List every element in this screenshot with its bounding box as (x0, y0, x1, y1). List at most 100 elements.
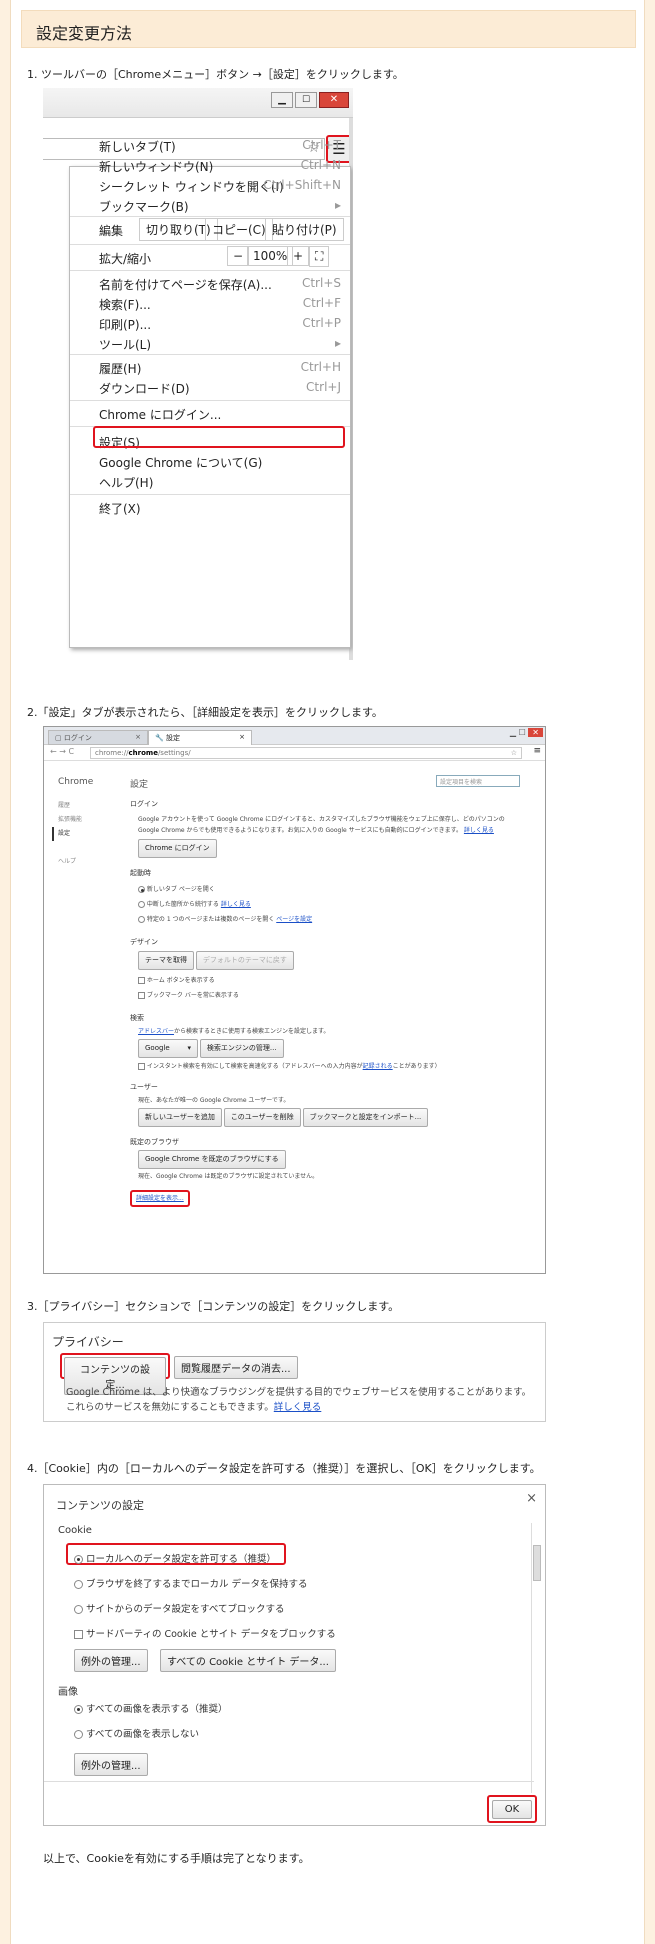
maximize-icon[interactable]: ☐ (295, 92, 317, 108)
section-search: 検索 (130, 1014, 144, 1022)
startup-option-3[interactable]: 特定の 1 つのページまたは複数のページを開く ページを設定 (138, 912, 520, 927)
menu-edit-row: 編集 切り取り(T) コピー(C) 貼り付け(P) (99, 218, 347, 241)
menu-item-bookmarks-label: ブックマーク(B) (99, 200, 189, 214)
image-option-show[interactable]: すべての画像を表示する（推奨） (74, 1697, 228, 1722)
chrome-login-button[interactable]: Chrome にログイン (138, 839, 217, 858)
close-icon[interactable]: ✕ (319, 92, 349, 108)
menu-separator (70, 244, 350, 245)
menu-item-exit[interactable]: 終了(X) (99, 500, 347, 517)
import-button[interactable]: ブックマークと設定をインポート... (302, 1108, 429, 1127)
section-login: ログイン (130, 800, 158, 808)
settings-highlight (93, 426, 345, 448)
menu-item-find[interactable]: 検索(F)... Ctrl+F (99, 296, 347, 313)
menu-item-downloads-label: ダウンロード(D) (99, 382, 190, 396)
menu-item-incognito[interactable]: シークレット ウィンドウを開く(I) Ctrl+Shift+N (99, 178, 347, 195)
step-4-text: 4.［Cookie］内の［ローカルへのデータ設定を許可する（推奨）］を選択し、［… (27, 1462, 541, 1475)
delete-user-button[interactable]: このユーザーを削除 (223, 1108, 301, 1127)
search-engine-select[interactable]: Google ▾ (138, 1039, 198, 1058)
clear-browsing-data-button[interactable]: 閲覧履歴データの消去... (174, 1356, 298, 1379)
cookie-heading: Cookie (58, 1525, 92, 1536)
menu-zoom-row: 拡大/縮小 −100% + ⛶ (99, 246, 347, 267)
menu-item-save-page[interactable]: 名前を付けてページを保存(A)... Ctrl+S (99, 276, 347, 293)
menu-item-history[interactable]: 履歴(H) Ctrl+H (99, 360, 347, 377)
default-browser-text: 現在、Google Chrome は既定のブラウザに設定されていません。 (138, 1173, 319, 1180)
privacy-text: Google Chrome は、より快適なブラウジングを提供する目的でウェブサー… (66, 1387, 532, 1413)
chrome-menu-screenshot: ▁ ☐ ✕ ☆ ☰ 新しいタブ(T) Ctrl+T 新しいウィンドウ(N) Ctrl+… (43, 88, 353, 660)
content-settings-dialog: コンテンツの設定 × Cookie ローカルへのデータ設定を許可する（推奨） ブ… (43, 1484, 546, 1826)
instant-checkbox[interactable]: インスタント検索を有効にして検索を高速化する（アドレスバーへの入力内容が記録され… (130, 1061, 520, 1072)
all-cookies-button[interactable]: すべての Cookie とサイト データ... (160, 1649, 336, 1672)
cookie-option-block[interactable]: サイトからのデータ設定をすべてブロックする (74, 1597, 336, 1622)
settings-search-input[interactable]: 設定項目を検索 (436, 775, 520, 787)
privacy-more-link[interactable]: 詳しく見る (274, 1402, 322, 1413)
cookie-options: ローカルへのデータ設定を許可する（推奨） ブラウザを終了するまでローカル データ… (74, 1547, 336, 1647)
startup-option-2[interactable]: 中断した箇所から続行する 詳しく見る (138, 897, 520, 912)
menu-item-help[interactable]: ヘルプ(H) (99, 474, 347, 491)
third-party-checkbox[interactable]: サードパーティの Cookie とサイト データをブロックする (74, 1622, 336, 1647)
make-default-button[interactable]: Google Chrome を既定のブラウザにする (138, 1150, 286, 1169)
menu-item-incognito-label: シークレット ウィンドウを開く(I) (99, 180, 284, 194)
sidebar-item-settings[interactable]: 設定 (52, 827, 82, 841)
zoom-in-button[interactable]: + (287, 246, 310, 266)
section-default-browser: 既定のブラウザ (130, 1138, 179, 1146)
startup-option-1[interactable]: 新しいタブ ページを開く (138, 882, 520, 897)
dialog-close-icon[interactable]: × (526, 1491, 537, 1506)
menu-item-tools[interactable]: ツール(L) ▸ (99, 336, 347, 353)
show-advanced-settings-link[interactable]: 詳細設定を表示... (130, 1190, 190, 1207)
sidebar-title: Chrome (58, 777, 94, 787)
privacy-screenshot: プライバシー コンテンツの設定... 閲覧履歴データの消去... Google … (43, 1322, 546, 1422)
privacy-heading: プライバシー (52, 1335, 124, 1349)
fullscreen-icon[interactable]: ⛶ (309, 246, 330, 267)
zoom-out-button[interactable]: − (227, 246, 250, 266)
image-exceptions-button[interactable]: 例外の管理... (74, 1753, 148, 1776)
page-title-bar: 設定変更方法 (21, 10, 636, 48)
menu-item-history-shortcut: Ctrl+H (300, 360, 341, 374)
cookie-option-allow[interactable]: ローカルへのデータ設定を許可する（推奨） (74, 1547, 336, 1572)
sidebar-item-help[interactable]: ヘルプ (58, 855, 82, 869)
address-bar[interactable]: chrome://chrome/settings/☆ (90, 747, 522, 759)
ok-button[interactable]: OK (492, 1800, 532, 1819)
home-button-checkbox[interactable]: ホーム ボタンを表示する (138, 973, 520, 988)
scrollbar[interactable] (531, 1523, 541, 1793)
settings-body: ログイン Google アカウントを使って Google Chrome にログイ… (130, 799, 520, 1207)
menu-item-print[interactable]: 印刷(P)... Ctrl+P (99, 316, 347, 333)
tab-login[interactable]: ▢ ログイン × (48, 730, 148, 745)
sidebar-item-extensions[interactable]: 拡張機能 (58, 813, 82, 827)
cookie-option-session[interactable]: ブラウザを終了するまでローカル データを保持する (74, 1572, 336, 1597)
menu-item-save-page-shortcut: Ctrl+S (301, 276, 341, 290)
window-controls[interactable]: ▁ ☐ ✕ (510, 728, 543, 737)
cookie-exceptions-button[interactable]: 例外の管理... (74, 1649, 148, 1672)
sidebar-item-history[interactable]: 履歴 (58, 799, 82, 813)
menu-item-bookmarks[interactable]: ブックマーク(B) ▸ (99, 198, 347, 215)
menu-separator (70, 494, 350, 495)
menu-item-downloads[interactable]: ダウンロード(D) Ctrl+J (99, 380, 347, 397)
get-theme-button[interactable]: テーマを取得 (138, 951, 194, 970)
menu-separator (70, 400, 350, 401)
menu-icon[interactable]: ≡ (533, 746, 541, 756)
tab-settings[interactable]: 🔧 設定 × (148, 730, 252, 745)
menu-item-chrome-login-label: Chrome にログイン... (99, 408, 222, 422)
manage-engines-button[interactable]: 検索エンジンの管理... (199, 1039, 284, 1058)
menu-item-new-window-shortcut: Ctrl+N (300, 158, 341, 172)
menu-item-about[interactable]: Google Chrome について(G) (99, 454, 347, 471)
image-option-hide[interactable]: すべての画像を表示しない (74, 1722, 228, 1747)
menu-item-chrome-login[interactable]: Chrome にログイン... (99, 406, 347, 423)
add-user-button[interactable]: 新しいユーザーを追加 (138, 1108, 222, 1127)
nav-icons[interactable]: ← → C (50, 747, 74, 756)
bookmark-bar-checkbox[interactable]: ブックマーク バーを常に表示する (138, 988, 520, 1003)
section-startup: 起動時 (130, 869, 151, 877)
step-3-text: 3.［プライバシー］セクションで［コンテンツの設定］をクリックします。 (27, 1300, 400, 1313)
menu-item-history-label: 履歴(H) (99, 362, 142, 376)
menu-item-new-tab[interactable]: 新しいタブ(T) Ctrl+T (99, 138, 347, 155)
reset-theme-button[interactable]: デフォルトのテーマに戻す (195, 951, 294, 970)
menu-item-print-label: 印刷(P)... (99, 318, 152, 332)
paste-button[interactable]: 貼り付け(P) (265, 218, 344, 241)
login-more-link[interactable]: 詳しく見る (464, 827, 494, 834)
copy-button[interactable]: コピー(C) (205, 218, 273, 241)
footer-text: 以上で、Cookieを有効にする手順は完了となります。 (43, 1852, 310, 1865)
minimize-icon[interactable]: ▁ (271, 92, 293, 108)
omnibox-link[interactable]: アドレスバー (138, 1028, 174, 1035)
menu-item-new-window[interactable]: 新しいウィンドウ(N) Ctrl+N (99, 158, 347, 175)
page-title: 設定変更方法 (36, 24, 133, 43)
menu-item-new-tab-label: 新しいタブ(T) (99, 140, 176, 154)
